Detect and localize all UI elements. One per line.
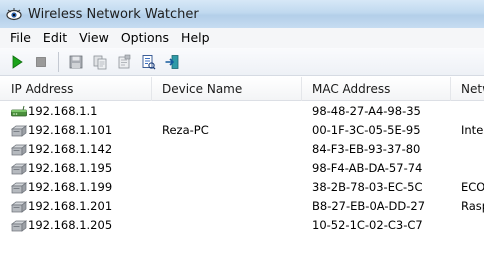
menu-help[interactable]: Help xyxy=(175,29,216,47)
mac-address-cell: 98-48-27-A4-98-35 xyxy=(312,104,421,118)
network-adapter-company-cell xyxy=(461,159,484,178)
device-name-cell xyxy=(162,140,300,159)
network-adapter-company-cell xyxy=(461,102,484,121)
list-header: IP Address Device Name MAC Address Netw xyxy=(0,77,484,101)
exit-icon xyxy=(165,54,179,69)
network-adapter-company-cell: Intel xyxy=(461,123,484,137)
ip-address-cell: 192.168.1.205 xyxy=(28,218,113,232)
network-adapter-company-cell: ECO xyxy=(461,180,484,194)
table-row[interactable]: 192.168.1.205 10-52-1C-02-C3-C7 xyxy=(0,216,484,235)
computer-icon xyxy=(10,143,28,156)
menu-bar: File Edit View Options Help xyxy=(0,28,484,48)
table-row[interactable]: 192.168.1.142 84-F3-EB-93-37-80 xyxy=(0,140,484,159)
computer-icon xyxy=(10,200,28,213)
table-row[interactable]: 192.168.1.201 B8-27-EB-0A-DD-27 Rasp xyxy=(0,197,484,216)
exit-button[interactable] xyxy=(161,51,183,73)
computer-icon xyxy=(10,181,28,194)
save-button[interactable] xyxy=(65,51,87,73)
computer-icon xyxy=(10,124,28,137)
computer-icon xyxy=(10,219,28,232)
device-name-cell xyxy=(162,216,300,235)
device-name-cell xyxy=(162,197,300,216)
network-adapter-company-cell: Rasp xyxy=(461,199,484,213)
table-row[interactable]: 192.168.1.101 Reza-PC 00-1F-3C-05-5E-95 Int… xyxy=(0,121,484,140)
html-report-button[interactable] xyxy=(137,51,159,73)
device-list[interactable]: IP Address Device Name MAC Address Netw … xyxy=(0,77,484,256)
mac-address-cell: 10-52-1C-02-C3-C7 xyxy=(312,218,423,232)
router-icon xyxy=(11,105,27,118)
mac-address-cell: 00-1F-3C-05-5E-95 xyxy=(312,123,421,137)
device-name-cell xyxy=(162,159,300,178)
menu-edit[interactable]: Edit xyxy=(37,29,73,47)
ip-address-cell: 192.168.1.199 xyxy=(28,180,113,194)
eye-icon xyxy=(6,6,22,22)
start-scan-button[interactable] xyxy=(6,51,28,73)
copy-icon xyxy=(93,55,107,69)
computer-icon xyxy=(10,162,28,175)
table-row[interactable]: 192.168.1.1 98-48-27-A4-98-35 xyxy=(0,102,484,121)
floppy-disk-icon xyxy=(69,55,83,68)
ip-address-cell: 192.168.1.142 xyxy=(28,142,113,156)
play-icon xyxy=(12,54,23,69)
mac-address-cell: B8-27-EB-0A-DD-27 xyxy=(312,199,426,213)
mac-address-cell: 84-F3-EB-93-37-80 xyxy=(312,142,421,156)
column-header-mac-address[interactable]: MAC Address xyxy=(301,77,451,101)
mac-address-cell: 98-F4-AB-DA-57-74 xyxy=(312,161,423,175)
ip-address-cell: 192.168.1.101 xyxy=(28,123,113,137)
report-icon xyxy=(142,54,156,69)
toolbar xyxy=(0,48,484,76)
device-name-cell: Reza-PC xyxy=(162,123,209,137)
mac-address-cell: 38-2B-78-03-EC-5C xyxy=(312,180,423,194)
menu-view[interactable]: View xyxy=(73,29,115,47)
title-bar[interactable]: Wireless Network Watcher xyxy=(0,0,484,28)
properties-button[interactable] xyxy=(113,51,135,73)
ip-address-cell: 192.168.1.195 xyxy=(28,161,113,175)
toolbar-separator xyxy=(58,51,59,72)
column-header-ip-address[interactable]: IP Address xyxy=(0,77,152,101)
stop-scan-button[interactable] xyxy=(30,51,52,73)
window-title: Wireless Network Watcher xyxy=(28,6,199,22)
device-name-cell xyxy=(162,178,300,197)
properties-icon xyxy=(118,54,131,68)
network-adapter-company-cell xyxy=(461,140,484,159)
copy-button[interactable] xyxy=(89,51,111,73)
menu-file[interactable]: File xyxy=(4,29,37,47)
table-row[interactable]: 192.168.1.195 98-F4-AB-DA-57-74 xyxy=(0,159,484,178)
ip-address-cell: 192.168.1.201 xyxy=(28,199,113,213)
column-header-network-adapter-company[interactable]: Netw xyxy=(450,77,484,101)
menu-options[interactable]: Options xyxy=(115,29,175,47)
ip-address-cell: 192.168.1.1 xyxy=(28,104,98,118)
device-name-cell xyxy=(162,102,300,121)
table-row[interactable]: 192.168.1.199 38-2B-78-03-EC-5C ECO xyxy=(0,178,484,197)
network-adapter-company-cell xyxy=(461,216,484,235)
column-header-device-name[interactable]: Device Name xyxy=(151,77,302,101)
stop-icon xyxy=(36,56,46,67)
